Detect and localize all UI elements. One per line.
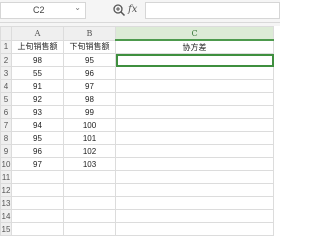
row-header[interactable]: 15	[0, 222, 12, 236]
table-cell[interactable]	[115, 131, 274, 145]
table-cell[interactable]	[63, 209, 116, 223]
table-cell[interactable]	[115, 144, 274, 158]
table-cell[interactable]	[11, 170, 64, 184]
table-cell[interactable]: 98	[63, 92, 116, 106]
header-cell-a1[interactable]: 上旬销售额	[11, 39, 64, 54]
table-cell[interactable]	[115, 157, 274, 171]
table-cell[interactable]: 91	[11, 79, 64, 93]
table-cell[interactable]	[115, 196, 274, 210]
row-header[interactable]: 13	[0, 196, 12, 210]
table-cell[interactable]: 96	[11, 144, 64, 158]
row-header[interactable]: 4	[0, 79, 12, 93]
column-header-b[interactable]: B	[63, 26, 116, 41]
chevron-down-icon[interactable]: ⌄	[74, 3, 81, 12]
table-cell[interactable]: 97	[63, 79, 116, 93]
column-header-a[interactable]: A	[11, 26, 64, 41]
zoom-search-icon[interactable]	[112, 3, 126, 17]
table-cell[interactable]: 55	[11, 66, 64, 80]
table-cell[interactable]	[63, 183, 116, 197]
table-cell[interactable]	[11, 209, 64, 223]
table-cell[interactable]: 100	[63, 118, 116, 132]
formula-input[interactable]	[145, 2, 280, 19]
spreadsheet-grid: A B C 1 上旬销售额 下旬销售额 协方差 2 98 95 3 55 96 …	[0, 26, 274, 236]
table-cell[interactable]: 94	[11, 118, 64, 132]
header-cell-c1[interactable]: 协方差	[115, 39, 274, 54]
column-header-c[interactable]: C	[115, 26, 274, 41]
table-cell[interactable]	[115, 92, 274, 106]
select-all-corner[interactable]	[0, 26, 12, 41]
table-cell[interactable]	[11, 196, 64, 210]
table-cell[interactable]	[11, 222, 64, 236]
table-cell[interactable]	[115, 209, 274, 223]
table-cell[interactable]	[115, 183, 274, 197]
row-header[interactable]: 6	[0, 105, 12, 119]
table-cell[interactable]: 93	[11, 105, 64, 119]
table-cell[interactable]: 102	[63, 144, 116, 158]
row-header[interactable]: 11	[0, 170, 12, 184]
row-header[interactable]: 2	[0, 53, 12, 67]
formula-bar: C2 ⌄ fx	[0, 0, 280, 23]
table-cell[interactable]: 95	[63, 53, 116, 67]
table-cell[interactable]	[63, 196, 116, 210]
table-cell[interactable]: 97	[11, 157, 64, 171]
row-header[interactable]: 3	[0, 66, 12, 80]
row-header[interactable]: 1	[0, 39, 12, 54]
selected-cell-c2[interactable]	[115, 53, 274, 67]
table-cell[interactable]: 99	[63, 105, 116, 119]
table-cell[interactable]	[115, 105, 274, 119]
function-icon[interactable]: fx	[128, 4, 137, 15]
name-box[interactable]: C2 ⌄	[0, 2, 86, 19]
row-header[interactable]: 14	[0, 209, 12, 223]
row-header[interactable]: 9	[0, 144, 12, 158]
table-cell[interactable]: 96	[63, 66, 116, 80]
table-cell[interactable]	[115, 170, 274, 184]
row-header[interactable]: 5	[0, 92, 12, 106]
table-cell[interactable]	[115, 222, 274, 236]
table-cell[interactable]	[115, 118, 274, 132]
table-cell[interactable]	[63, 222, 116, 236]
table-cell[interactable]: 98	[11, 53, 64, 67]
row-header[interactable]: 10	[0, 157, 12, 171]
table-cell[interactable]	[63, 170, 116, 184]
table-cell[interactable]: 92	[11, 92, 64, 106]
table-cell[interactable]: 95	[11, 131, 64, 145]
table-cell[interactable]	[11, 183, 64, 197]
table-cell[interactable]	[115, 79, 274, 93]
table-cell[interactable]: 103	[63, 157, 116, 171]
cell-reference: C2	[33, 5, 45, 15]
row-header[interactable]: 8	[0, 131, 12, 145]
row-header[interactable]: 7	[0, 118, 12, 132]
table-cell[interactable]: 101	[63, 131, 116, 145]
row-header[interactable]: 12	[0, 183, 12, 197]
table-cell[interactable]	[115, 66, 274, 80]
header-cell-b1[interactable]: 下旬销售额	[63, 39, 116, 54]
